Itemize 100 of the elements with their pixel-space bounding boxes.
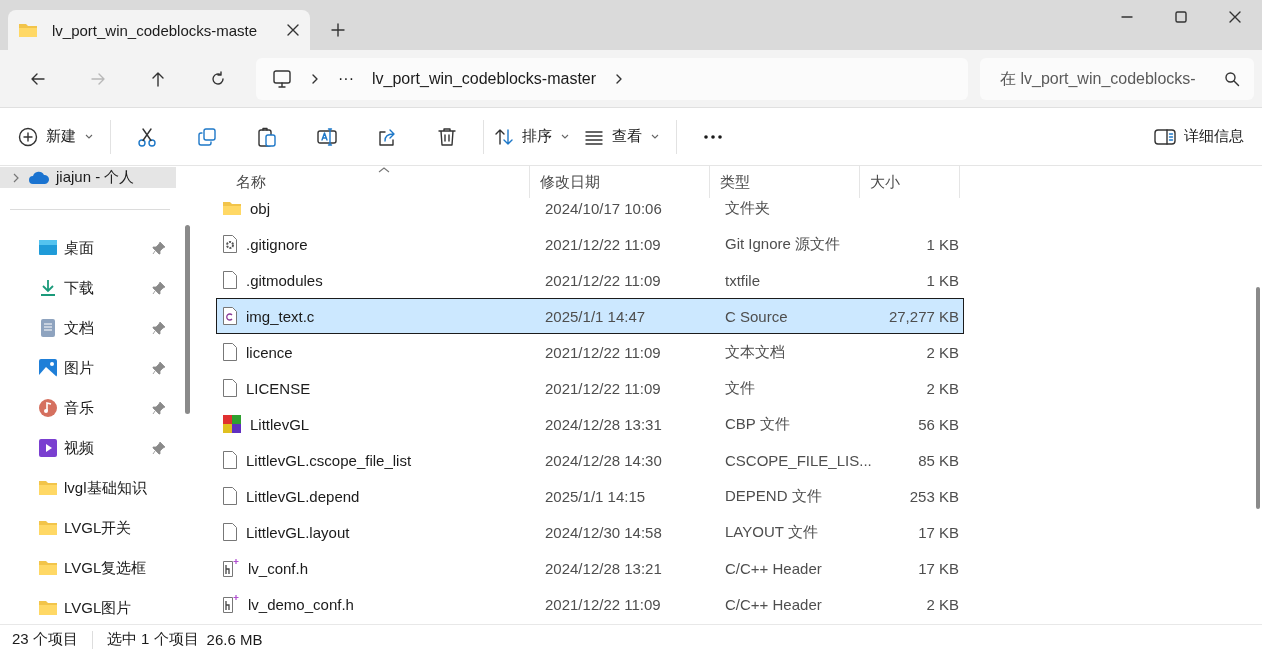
address-bar[interactable]: ··· lv_port_win_codeblocks-master [256, 57, 968, 100]
type-cell-text: C/C++ Header [725, 595, 823, 613]
new-button[interactable]: 新建 [14, 116, 104, 157]
file-row[interactable]: LICENSE 2021/12/22 11:09 文件 2 KB [216, 370, 964, 406]
date-cell-text: 2021/12/22 11:09 [545, 271, 662, 289]
breadcrumb-item[interactable]: lv_port_win_codeblocks-master [372, 69, 597, 88]
size-cell: 27,277 KB [888, 307, 959, 325]
refresh-icon[interactable] [209, 69, 227, 88]
size-cell: 1 KB [926, 235, 959, 253]
type-cell-text: CBP 文件 [725, 414, 791, 434]
document-icon [38, 318, 58, 338]
new-tab-icon[interactable] [331, 23, 345, 37]
file-row[interactable]: .gitmodules 2021/12/22 11:09 txtfile 1 KB [216, 262, 964, 298]
close-icon[interactable] [1228, 10, 1242, 24]
sidebar-item[interactable]: LVGL图片 [0, 588, 176, 624]
file-name: LittlevGL.depend [246, 487, 360, 505]
folder-icon [38, 598, 58, 618]
window-tab[interactable]: lv_port_win_codeblocks-maste [8, 10, 310, 50]
sort-icon[interactable] [494, 126, 514, 147]
pin-icon[interactable] [152, 321, 166, 335]
date-cell-text: 2021/12/22 11:09 [545, 343, 662, 361]
cloud-icon [28, 170, 50, 185]
computer-icon[interactable] [272, 69, 292, 88]
view-button[interactable]: 查看 [580, 116, 670, 157]
file-row[interactable]: LittlevGL.cscope_file_list 2024/12/28 14:30 CSCOPE_FILE_LIS... 85 KB [216, 442, 964, 478]
sidebar-item[interactable]: 音乐 [0, 388, 176, 428]
maximize-icon[interactable] [1174, 10, 1188, 24]
file-row[interactable]: .gitignore 2021/12/22 11:09 Git Ignore 源文件 1 KB [216, 226, 964, 262]
file-row[interactable]: licence 2021/12/22 11:09 文本文档 2 KB [216, 334, 964, 370]
pin-icon[interactable] [152, 401, 166, 415]
details-pane-icon[interactable] [1154, 127, 1176, 146]
pin-icon[interactable] [152, 441, 166, 455]
sort-button[interactable]: 排序 [490, 116, 580, 157]
sidebar-item[interactable]: LVGL开关 [0, 508, 176, 548]
details-button[interactable]: 详细信息 [1148, 126, 1250, 147]
item-count: 23 个项目 [12, 630, 78, 649]
size-cell: 1 KB [926, 271, 959, 289]
file-row[interactable]: LittlevGL.depend 2025/1/1 14:15 DEPEND 文件 253 KB [216, 478, 964, 514]
folder-icon [18, 22, 38, 38]
clipboard-icon[interactable] [257, 126, 277, 147]
chevron-icon[interactable] [310, 72, 320, 85]
sidebar-item[interactable]: 桌面 [0, 228, 176, 268]
date-cell-text: 2024/12/28 13:31 [545, 415, 663, 433]
date-cell-text: 2021/12/22 11:09 [545, 235, 662, 253]
download-icon [38, 278, 58, 298]
sidebar-item[interactable]: 文档 [0, 308, 176, 348]
file-row[interactable]: LittlevGL.layout 2024/12/30 14:58 LAYOUT 文件 17 KB [216, 514, 964, 550]
scissors-icon[interactable] [137, 126, 157, 147]
date-cell-text: 2021/12/22 11:09 [545, 595, 662, 613]
size-cell: 253 KB [909, 487, 959, 505]
size-cell: 56 KB [918, 415, 959, 433]
search-icon[interactable] [1224, 70, 1240, 87]
file-row[interactable]: img_text.c 2025/1/1 14:47 C Source 27,277 KB [216, 298, 964, 334]
pin-icon[interactable] [152, 361, 166, 375]
size-cell: 85 KB [918, 451, 959, 469]
scrollbar-thumb[interactable] [1256, 287, 1260, 509]
search-field[interactable]: 在 lv_port_win_codeblocks- [998, 68, 1224, 89]
sidebar-item[interactable]: 视频 [0, 428, 176, 468]
file-name: licence [246, 343, 293, 361]
picture-icon [38, 358, 58, 378]
column-header[interactable]: 类型 [710, 166, 860, 198]
file-row[interactable]: obj 2024/10/17 10:06 文件夹 [216, 198, 964, 226]
file-name: LittlevGL.cscope_file_list [246, 451, 412, 469]
date-cell-text: 2021/12/22 11:09 [545, 379, 662, 397]
sidebar-item[interactable]: jiajun - 个人 [0, 167, 176, 188]
desktop-icon [38, 238, 58, 258]
file-name: img_text.c [246, 307, 315, 325]
file-icon [222, 522, 238, 542]
close-tab-icon[interactable] [286, 23, 300, 37]
colored-squares-icon [222, 414, 242, 434]
size-cell: 2 KB [926, 595, 959, 613]
file-row[interactable]: lv_conf.h 2024/12/28 13:21 C/C++ Header 17 KB [216, 550, 964, 586]
copy-icon[interactable] [197, 126, 217, 147]
sidebar-item[interactable]: lvgl基础知识 [0, 468, 176, 508]
pin-icon[interactable] [152, 241, 166, 255]
column-header[interactable]: 修改日期 [530, 166, 710, 198]
column-header[interactable]: 大小 [860, 166, 960, 198]
video-icon [38, 438, 58, 458]
file-name: obj [250, 199, 271, 217]
breadcrumb-overflow[interactable]: ··· [338, 69, 354, 88]
file-name: LICENSE [246, 379, 311, 397]
file-name: lv_demo_conf.h [248, 595, 354, 613]
search-box[interactable]: 在 lv_port_win_codeblocks- [980, 57, 1254, 100]
file-row[interactable]: LittlevGL 2024/12/28 13:31 CBP 文件 56 KB [216, 406, 964, 442]
sidebar-item[interactable]: 图片 [0, 348, 176, 388]
file-row[interactable]: lv_demo_conf.h 2021/12/22 11:09 C/C++ Header 2 KB [216, 586, 964, 622]
sidebar-item[interactable]: LVGL复选框 [0, 548, 176, 588]
trash-icon[interactable] [437, 126, 457, 147]
header-file-icon [222, 558, 240, 578]
column-header[interactable]: 名称 [194, 166, 530, 198]
type-cell-text: DEPEND 文件 [725, 486, 823, 506]
selection-size: 26.6 MB [206, 631, 263, 648]
add-icon[interactable] [18, 126, 38, 147]
file-name: .gitignore [246, 235, 308, 253]
pin-icon[interactable] [152, 281, 166, 295]
sidebar-item[interactable]: 下载 [0, 268, 176, 308]
size-cell: 2 KB [926, 379, 959, 397]
folder-icon [222, 200, 242, 216]
scrollbar-thumb[interactable] [184, 225, 190, 414]
rename-icon[interactable] [317, 126, 337, 147]
